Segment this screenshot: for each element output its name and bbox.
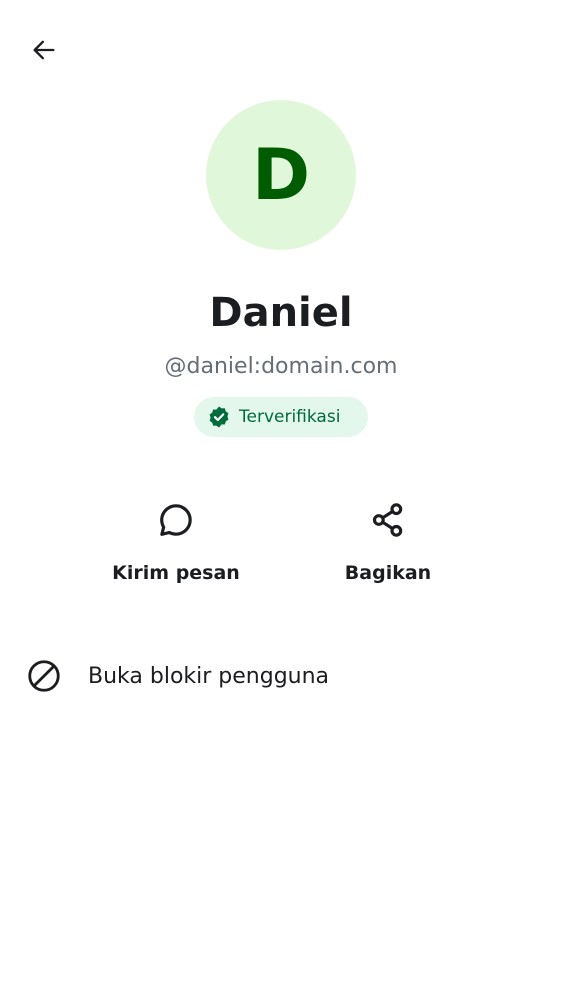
verified-shield-check-icon [209, 406, 229, 428]
block-icon [28, 660, 60, 692]
arrow-left-icon [33, 40, 55, 60]
unblock-user-option[interactable]: Buka blokir pengguna [0, 646, 562, 706]
chat-bubble-icon [160, 504, 192, 536]
avatar-initial: D [251, 134, 311, 216]
user-id: @daniel:domain.com [164, 354, 398, 379]
back-button[interactable] [24, 30, 64, 70]
share-icon [372, 503, 403, 537]
share-button[interactable]: Bagikan [298, 496, 478, 584]
verified-label: Terverifikasi [239, 407, 341, 427]
user-display-name: Daniel [209, 290, 353, 336]
action-icon-wrapper [364, 496, 412, 544]
send-message-label: Kirim pesan [112, 562, 240, 584]
unblock-user-label: Buka blokir pengguna [88, 663, 330, 689]
share-label: Bagikan [344, 562, 432, 584]
avatar[interactable]: D [206, 100, 356, 250]
unblock-icon-wrapper [26, 658, 62, 694]
action-icon-wrapper [152, 496, 200, 544]
verified-badge: Terverifikasi [194, 397, 368, 437]
send-message-button[interactable]: Kirim pesan [86, 496, 266, 584]
